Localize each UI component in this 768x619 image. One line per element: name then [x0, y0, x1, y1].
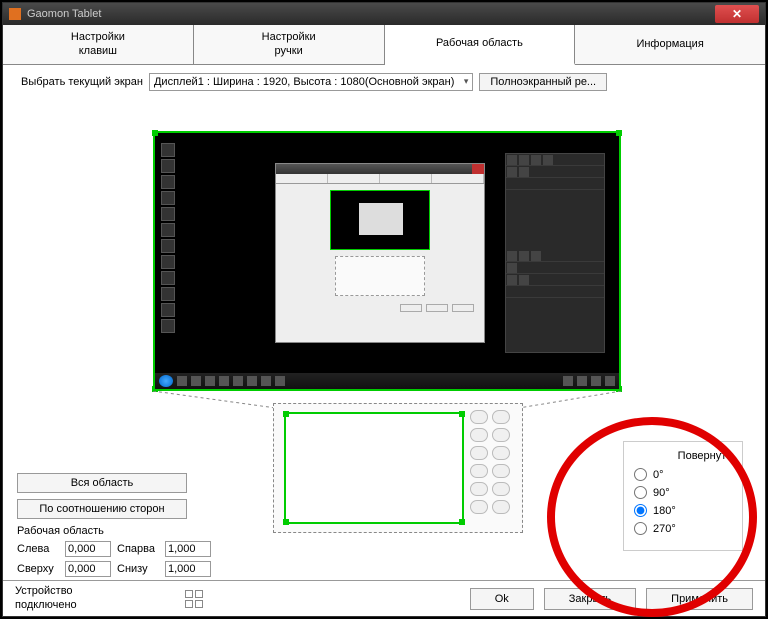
device-status: Устройство подключено: [15, 585, 175, 611]
tablet-handle-br[interactable]: [459, 519, 465, 525]
rotate-180[interactable]: 180°: [634, 504, 732, 517]
bottom-label: Снизу: [117, 563, 159, 575]
tab-pen[interactable]: Настройки ручки: [194, 25, 385, 64]
app-window: Gaomon Tablet ✕ Настройки клавиш Настрой…: [2, 2, 766, 617]
preview-nested-window: [275, 163, 485, 343]
bottom-input[interactable]: [165, 561, 211, 577]
rotate-90[interactable]: 90°: [634, 486, 732, 499]
aspect-ratio-button[interactable]: По соотношению сторон: [17, 499, 187, 519]
grid-icon[interactable]: [185, 590, 203, 608]
monitor-preview[interactable]: [153, 131, 621, 391]
footer: Устройство подключено Ok Закрыть Примени…: [3, 580, 765, 616]
preview-dark-panel: [505, 153, 605, 353]
workarea-label: Рабочая область: [17, 525, 227, 537]
tablet-handle-bl[interactable]: [283, 519, 289, 525]
monitor-handle-tr[interactable]: [616, 130, 622, 136]
content-area: Настройки клавиш Настройки ручки Рабочая…: [3, 25, 765, 616]
left-input[interactable]: [65, 541, 111, 557]
tab-keys[interactable]: Настройки клавиш: [3, 25, 194, 64]
whole-area-button[interactable]: Вся область: [17, 473, 187, 493]
tablet-express-keys: [470, 410, 516, 518]
rotate-title: Повернуть: [634, 450, 732, 462]
right-label: Спарва: [117, 543, 159, 555]
left-controls: Вся область По соотношению сторон Рабоча…: [17, 473, 227, 581]
top-label: Сверху: [17, 563, 59, 575]
tab-bar: Настройки клавиш Настройки ручки Рабочая…: [3, 25, 765, 65]
close-button[interactable]: Закрыть: [544, 588, 636, 610]
rotate-270[interactable]: 270°: [634, 522, 732, 535]
screen-select-row: Выбрать текущий экран Дисплей1 : Ширина …: [3, 65, 765, 99]
apply-button[interactable]: Применить: [646, 588, 753, 610]
monitor-handle-tl[interactable]: [152, 130, 158, 136]
tablet-area[interactable]: [273, 403, 523, 533]
titlebar: Gaomon Tablet ✕: [3, 3, 765, 25]
top-input[interactable]: [65, 561, 111, 577]
window-title: Gaomon Tablet: [27, 8, 101, 20]
preview-left-toolbar: [161, 143, 177, 335]
tablet-handle-tl[interactable]: [283, 411, 289, 417]
rotate-panel: Повернуть 0° 90° 180° 270°: [623, 441, 743, 551]
screen-select[interactable]: Дисплей1 : Ширина : 1920, Высота : 1080(…: [149, 73, 473, 91]
tablet-handle-tr[interactable]: [459, 411, 465, 417]
tablet-active-area[interactable]: [284, 412, 464, 524]
tab-info[interactable]: Информация: [575, 25, 765, 64]
left-label: Слева: [17, 543, 59, 555]
screen-select-label: Выбрать текущий экран: [21, 76, 143, 88]
right-input[interactable]: [165, 541, 211, 557]
ok-button[interactable]: Ok: [470, 588, 534, 610]
fullscreen-button[interactable]: Полноэкранный ре...: [479, 73, 607, 91]
close-window-button[interactable]: ✕: [715, 5, 759, 23]
tab-workarea[interactable]: Рабочая область: [385, 25, 576, 65]
app-icon: [9, 8, 21, 20]
preview-taskbar: [155, 373, 619, 389]
rotate-0[interactable]: 0°: [634, 468, 732, 481]
